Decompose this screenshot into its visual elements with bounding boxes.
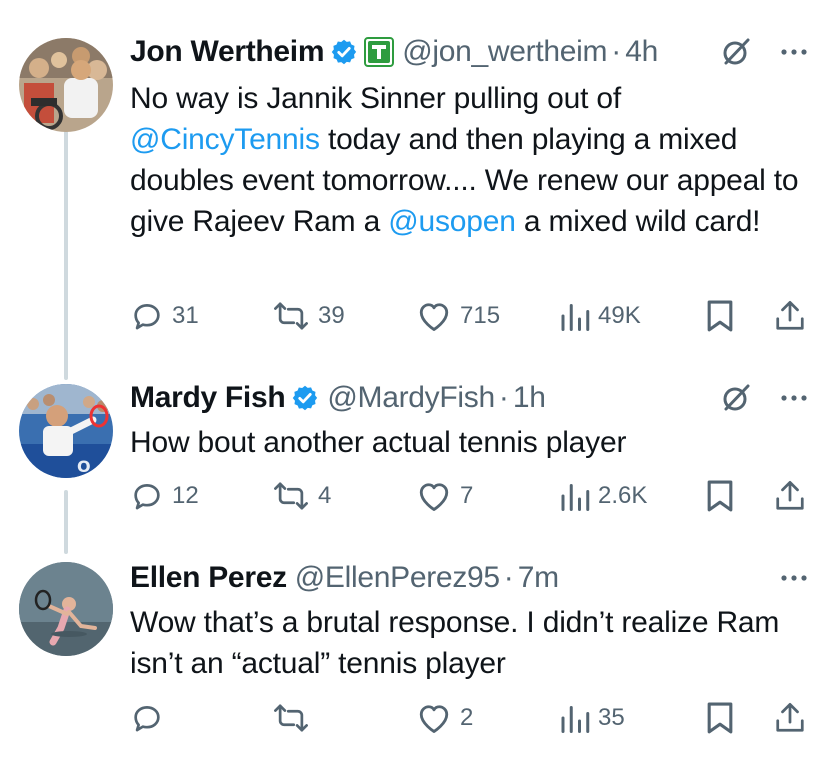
reply-icon	[134, 484, 160, 510]
heart-icon	[419, 303, 449, 331]
reply-icon	[134, 706, 160, 732]
author-name[interactable]: Ellen Perez	[130, 561, 287, 595]
tweet-text: How bout another actual tennis player	[130, 426, 627, 459]
bookmark-button[interactable]	[706, 698, 734, 738]
share-button[interactable]	[775, 296, 805, 336]
bookmark-icon	[707, 480, 733, 512]
mention-link[interactable]: @usopen	[388, 205, 516, 238]
separator-dot: ·	[498, 381, 509, 414]
tweet-text: Wow that’s a brutal response. I didn’t r…	[130, 606, 780, 680]
separator-dot: ·	[503, 561, 514, 594]
bookmark-icon	[707, 702, 733, 734]
reply-button[interactable]: 12	[130, 476, 199, 516]
timestamp[interactable]: 7m	[518, 561, 559, 595]
like-button[interactable]: 2	[416, 698, 473, 738]
reply-icon	[134, 304, 160, 330]
verified-badge-icon	[331, 39, 357, 65]
mention-link[interactable]: @CincyTennis	[130, 123, 320, 156]
author-handle[interactable]: @EllenPerez95	[295, 561, 500, 595]
bookmark-button[interactable]	[706, 296, 734, 336]
timestamp[interactable]: 4h	[625, 35, 658, 69]
share-button[interactable]	[775, 698, 805, 738]
tweet-actions: 12 4 7 2.6K	[130, 476, 810, 516]
grok-icon[interactable]	[720, 382, 752, 414]
reply-count: 12	[172, 482, 199, 509]
reply-button[interactable]	[130, 698, 172, 738]
reply-count: 31	[172, 302, 199, 329]
tweet-header: Ellen Perez @EllenPerez95 · 7m	[130, 558, 808, 598]
views-button[interactable]: 2.6K	[560, 476, 647, 516]
like-button[interactable]: 715	[416, 296, 500, 336]
repost-count: 4	[318, 482, 332, 509]
views-count: 35	[598, 704, 625, 731]
share-icon	[776, 703, 804, 732]
repost-button[interactable]: 39	[272, 296, 345, 336]
views-icon	[561, 706, 590, 733]
share-button[interactable]	[775, 476, 805, 516]
avatar[interactable]: O	[19, 384, 113, 478]
verified-badge-icon	[293, 385, 318, 411]
repost-button[interactable]: 4	[272, 476, 331, 516]
views-count: 2.6K	[598, 482, 648, 509]
share-icon	[776, 301, 804, 330]
views-icon	[561, 484, 590, 511]
more-icon[interactable]	[780, 574, 808, 582]
repost-icon	[274, 704, 308, 732]
views-button[interactable]: 35	[560, 698, 625, 738]
like-count: 7	[460, 482, 474, 509]
tweet-header-actions	[780, 574, 808, 582]
avatar[interactable]	[19, 38, 113, 132]
tweet[interactable]: Jon Wertheim @jon_wertheim · 4h No way i…	[0, 0, 828, 370]
repost-button[interactable]	[272, 698, 318, 738]
tweet-header-actions	[720, 382, 808, 414]
repost-icon	[274, 302, 308, 330]
heart-icon	[419, 705, 449, 733]
views-icon	[561, 304, 590, 331]
tweet-header-actions	[720, 36, 808, 68]
like-count: 715	[460, 302, 501, 329]
tweet[interactable]: O Mardy Fish @MardyFish · 1h How bout an…	[0, 370, 828, 540]
author-handle[interactable]: @MardyFish	[327, 381, 495, 415]
repost-count: 39	[318, 302, 345, 329]
author-name[interactable]: Jon Wertheim	[130, 35, 325, 69]
reply-button[interactable]: 31	[130, 296, 199, 336]
heart-icon	[419, 483, 449, 511]
more-icon[interactable]	[780, 394, 808, 402]
separator-dot: ·	[611, 35, 622, 68]
timestamp[interactable]: 1h	[513, 381, 546, 415]
like-count: 2	[460, 704, 474, 731]
views-count: 49K	[598, 302, 641, 329]
author-handle[interactable]: @jon_wertheim	[402, 35, 607, 69]
tennis-channel-badge-icon	[364, 37, 395, 67]
repost-icon	[274, 482, 308, 510]
author-name[interactable]: Mardy Fish	[130, 381, 286, 415]
tweet-header: Jon Wertheim @jon_wertheim · 4h	[130, 32, 808, 72]
share-icon	[776, 481, 804, 510]
tweet-header: Mardy Fish @MardyFish · 1h	[130, 378, 808, 418]
text-segment: No way is Jannik Sinner pulling out of	[130, 82, 622, 115]
svg-text:O: O	[77, 457, 91, 476]
views-button[interactable]: 49K	[560, 296, 641, 336]
grok-icon[interactable]	[720, 36, 752, 68]
tweet-text: No way is Jannik Sinner pulling out of @…	[130, 78, 810, 242]
like-button[interactable]: 7	[416, 476, 473, 516]
bookmark-button[interactable]	[706, 476, 734, 516]
tweet-actions: 2 35	[130, 698, 810, 738]
tweet-actions: 31 39 715 49K	[130, 296, 810, 336]
bookmark-icon	[707, 300, 733, 332]
more-icon[interactable]	[780, 48, 808, 56]
avatar[interactable]	[19, 562, 113, 656]
tweet[interactable]: Ellen Perez @EllenPerez95 · 7m Wow that’…	[0, 540, 828, 765]
text-segment: a mixed wild card!	[523, 205, 761, 238]
